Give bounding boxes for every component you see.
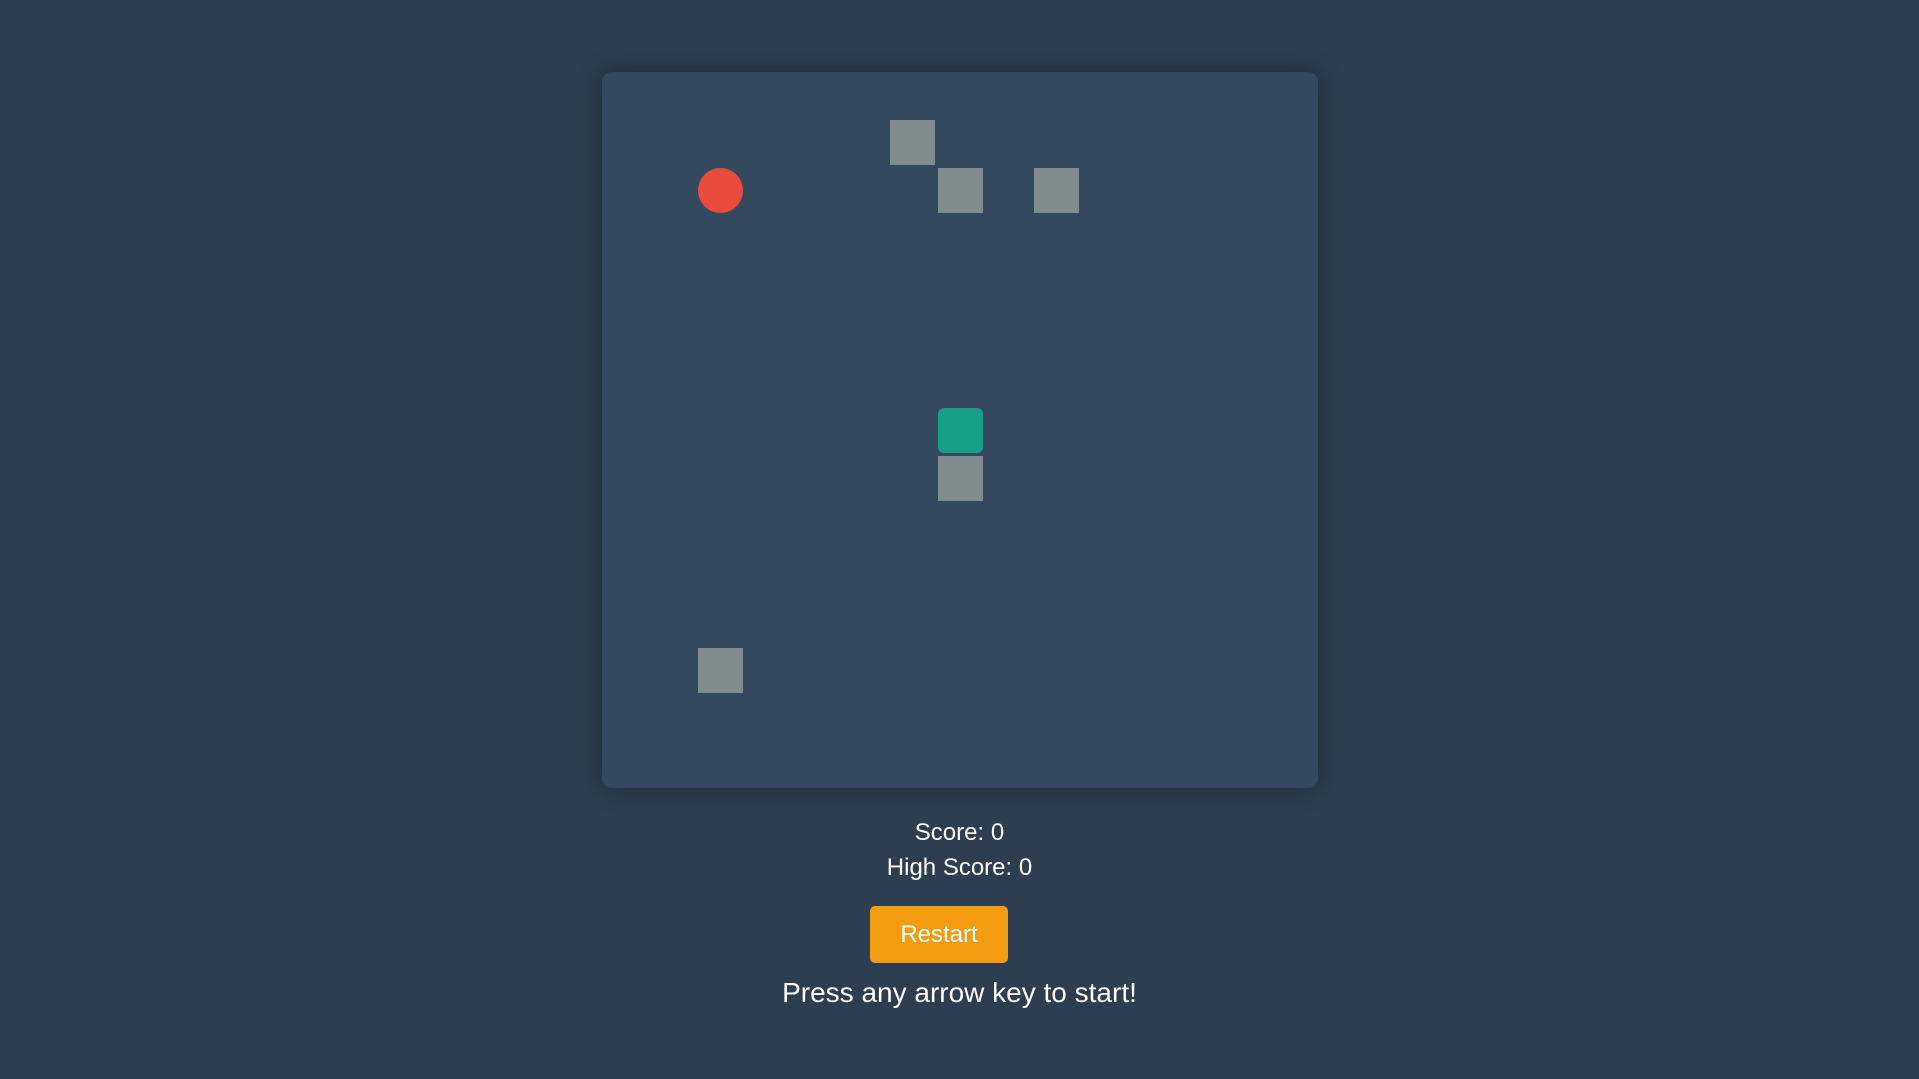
obstacle-block [890,120,935,165]
score-display: Score: 0 [914,819,1005,846]
obstacle-block [1034,168,1079,213]
start-message: Press any arrow key to start! [782,977,1137,1008]
snake-head [938,408,983,453]
obstacle-block [698,648,743,693]
game-board [602,72,1318,788]
high-score-display: High Score: 0 [886,854,1033,881]
snake-body-segment [938,456,983,501]
obstacle-block [938,168,983,213]
restart-button[interactable]: Restart [870,906,1008,963]
food-item [698,168,743,213]
